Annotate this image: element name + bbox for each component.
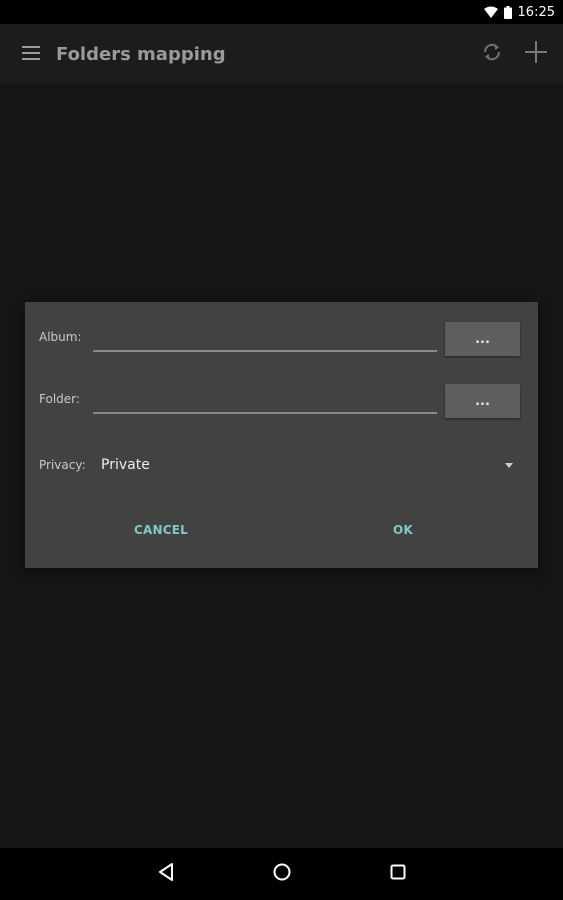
dropdown-arrow-icon	[505, 462, 513, 468]
folder-browse-button[interactable]: ...	[445, 384, 520, 418]
add-icon	[525, 41, 547, 67]
navigation-bar	[0, 848, 563, 900]
privacy-selected-value: Private	[101, 457, 150, 473]
folder-mapping-dialog: Album: ... Folder: ... Privacy: Private …	[25, 302, 538, 568]
privacy-label: Privacy:	[39, 458, 86, 472]
page-title: Folders mapping	[56, 43, 226, 65]
add-button[interactable]	[517, 35, 555, 73]
album-input[interactable]	[93, 326, 437, 352]
privacy-row: Privacy: Private	[39, 452, 515, 478]
privacy-select[interactable]: Private	[93, 452, 515, 478]
folder-label: Folder:	[39, 392, 80, 406]
home-icon	[273, 863, 291, 885]
folder-input[interactable]	[93, 388, 437, 414]
sync-button[interactable]	[473, 35, 511, 73]
recents-icon	[390, 864, 406, 884]
status-bar: 16:25	[0, 0, 563, 24]
sync-icon	[481, 41, 503, 67]
album-label: Album:	[39, 330, 82, 344]
album-browse-button[interactable]: ...	[445, 322, 520, 356]
ok-button[interactable]: OK	[373, 516, 433, 544]
status-time: 16:25	[517, 4, 555, 20]
album-row: Album: ...	[39, 322, 520, 356]
menu-icon	[22, 45, 40, 64]
app-bar-actions	[473, 35, 555, 73]
wifi-icon	[483, 6, 498, 18]
home-button[interactable]	[267, 859, 297, 889]
cancel-button[interactable]: CANCEL	[121, 516, 201, 544]
app-bar: Folders mapping	[0, 24, 563, 84]
back-icon	[158, 863, 174, 885]
folder-row: Folder: ...	[39, 384, 520, 418]
recents-button[interactable]	[383, 859, 413, 889]
battery-icon	[503, 5, 512, 19]
back-button[interactable]	[151, 859, 181, 889]
menu-button[interactable]	[12, 35, 50, 73]
